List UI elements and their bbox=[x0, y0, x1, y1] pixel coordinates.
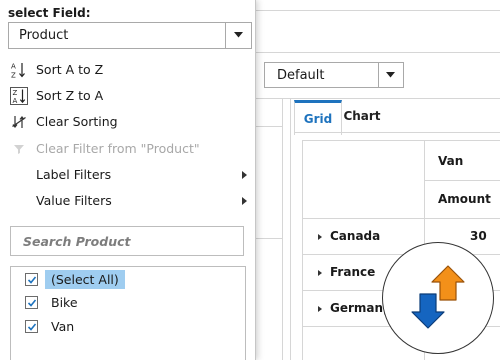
list-item-label: (Select All) bbox=[45, 270, 125, 289]
menu-clear-filter: Clear Filter from "Product" bbox=[0, 136, 256, 162]
list-item[interactable]: Bike bbox=[11, 291, 247, 315]
panel-divider bbox=[290, 98, 291, 360]
menu-label: Value Filters bbox=[36, 193, 112, 208]
panel-divider bbox=[256, 98, 500, 99]
checkbox[interactable] bbox=[25, 320, 38, 333]
menu-label: Sort Z to A bbox=[36, 88, 104, 103]
list-item[interactable]: Van bbox=[11, 315, 247, 339]
grid-line bbox=[302, 218, 500, 219]
tab-chart[interactable]: Chart bbox=[340, 100, 384, 132]
chevron-down-icon[interactable] bbox=[225, 23, 251, 48]
svg-text:A: A bbox=[11, 63, 16, 71]
menu-value-filters[interactable]: Value Filters bbox=[0, 188, 256, 214]
menu-clear-sorting[interactable]: Clear Sorting bbox=[0, 109, 256, 135]
menu-label: Sort A to Z bbox=[36, 62, 104, 77]
svg-text:A: A bbox=[13, 97, 18, 105]
menu-sort-z-to-a[interactable]: Z A Sort Z to A bbox=[0, 83, 256, 109]
clear-sort-icon bbox=[10, 113, 28, 131]
cell-value: 30 bbox=[470, 229, 487, 243]
row-header-canada[interactable]: Canada bbox=[318, 229, 380, 243]
chevron-down-icon[interactable] bbox=[378, 63, 403, 87]
field-select-value: Product bbox=[19, 28, 69, 43]
toolbar-divider bbox=[256, 10, 500, 11]
search-input[interactable]: Search Product bbox=[10, 226, 244, 256]
list-item-select-all[interactable]: (Select All) bbox=[11, 268, 247, 292]
member-list: (Select All) Bike Van bbox=[10, 266, 246, 360]
field-filter-popup: select Field: Product A Z Sort A to Z Z … bbox=[0, 0, 256, 360]
checkmark-icon bbox=[27, 323, 37, 331]
sort-arrows-icon bbox=[382, 242, 494, 354]
column-header-van[interactable]: Van bbox=[438, 154, 463, 168]
row-label: Canada bbox=[330, 229, 381, 243]
panel-divider bbox=[256, 126, 282, 127]
chevron-right-icon bbox=[242, 197, 247, 205]
sort-descending-icon: Z A bbox=[10, 87, 28, 105]
chevron-right-icon bbox=[242, 171, 247, 179]
expand-arrow-icon[interactable] bbox=[318, 269, 322, 276]
tab-grid[interactable]: Grid bbox=[294, 100, 342, 135]
report-select[interactable]: Default bbox=[264, 62, 404, 88]
grid-line bbox=[302, 140, 303, 360]
row-label: France bbox=[330, 265, 376, 279]
grid-line bbox=[424, 180, 500, 181]
view-tabs: Grid Chart bbox=[294, 100, 500, 135]
measure-header-amount[interactable]: Amount bbox=[438, 192, 491, 206]
search-placeholder: Search Product bbox=[23, 234, 131, 249]
menu-label: Clear Sorting bbox=[36, 114, 118, 129]
menu-sort-a-to-z[interactable]: A Z Sort A to Z bbox=[0, 57, 256, 83]
list-item-label: Van bbox=[51, 319, 75, 334]
svg-text:Z: Z bbox=[13, 89, 18, 97]
row-header-germany[interactable]: Germany bbox=[318, 301, 391, 315]
grid-line bbox=[302, 140, 500, 141]
expand-arrow-icon[interactable] bbox=[318, 233, 322, 240]
checkmark-icon bbox=[27, 299, 37, 307]
popup-title: select Field: bbox=[8, 6, 91, 20]
panel-divider bbox=[282, 98, 283, 360]
checkbox[interactable] bbox=[25, 273, 38, 286]
svg-text:Z: Z bbox=[11, 72, 16, 80]
list-item-label: Bike bbox=[51, 295, 78, 310]
report-select-value: Default bbox=[277, 68, 325, 83]
toolbar-divider bbox=[256, 52, 500, 53]
menu-label-filters[interactable]: Label Filters bbox=[0, 162, 256, 188]
sort-ascending-icon: A Z bbox=[10, 61, 28, 80]
field-select[interactable]: Product bbox=[8, 22, 252, 49]
checkmark-icon bbox=[27, 276, 37, 284]
expand-arrow-icon[interactable] bbox=[318, 305, 322, 312]
menu-label: Clear Filter from "Product" bbox=[36, 141, 200, 156]
row-header-france[interactable]: France bbox=[318, 265, 375, 279]
checkbox[interactable] bbox=[25, 296, 38, 309]
filter-icon bbox=[10, 140, 28, 158]
menu-label: Label Filters bbox=[36, 167, 112, 182]
grid-line bbox=[294, 132, 500, 133]
panel-divider bbox=[256, 238, 282, 239]
